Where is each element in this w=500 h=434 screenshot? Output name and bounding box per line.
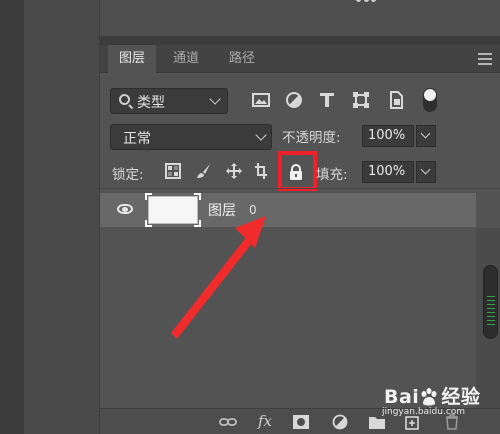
tab-channels[interactable]: 通道 — [160, 45, 212, 73]
adjustment-layer-icon[interactable] — [332, 414, 348, 430]
opacity-label: 不透明度: — [282, 130, 341, 146]
chevron-down-icon — [420, 164, 431, 175]
adjustment-filter-icon[interactable] — [284, 90, 304, 110]
watermark-url: jingyan.baidu.com — [382, 407, 466, 417]
layer-number: 0 — [249, 203, 257, 217]
layer-style-icon[interactable]: fx — [258, 412, 272, 430]
tab-paths[interactable]: 路径 — [216, 45, 268, 73]
type-filter-icon[interactable] — [317, 90, 337, 110]
baidu-paw-icon — [421, 387, 437, 405]
filter-toggle-icon[interactable] — [421, 87, 439, 113]
lock-position-icon[interactable] — [225, 162, 243, 180]
fill-label: 填充: — [316, 167, 348, 183]
layer-thumbnail[interactable] — [145, 193, 201, 227]
filter-kind-select[interactable]: 类型 — [110, 88, 228, 114]
row-divider — [100, 188, 500, 189]
lock-transparent-pixels-icon[interactable] — [164, 162, 182, 180]
left-dock-panel — [24, 0, 100, 434]
search-icon — [119, 94, 130, 105]
watermark-brand-left: Bai — [384, 386, 420, 408]
blend-mode-value: 正常 — [123, 131, 151, 147]
lock-image-pixels-icon[interactable] — [195, 162, 213, 180]
lock-artboard-icon[interactable] — [254, 162, 268, 180]
blend-mode-select[interactable]: 正常 — [110, 124, 272, 150]
layer-name[interactable]: 图层 — [208, 200, 236, 220]
watermark-brand-right: 经验 — [441, 386, 481, 408]
fill-input[interactable]: 100% — [362, 161, 414, 183]
opacity-input[interactable]: 100% — [362, 125, 414, 147]
baidu-jingyan-watermark: Bai 经验 jingyan.baidu.com — [378, 382, 498, 422]
shape-filter-icon[interactable] — [351, 90, 371, 110]
panel-dots-icon — [356, 0, 376, 3]
watermark-brand: Bai 经验 — [384, 382, 480, 409]
chevron-down-icon — [255, 129, 267, 141]
opacity-slider-button[interactable] — [416, 125, 436, 147]
eye-visibility-icon[interactable] — [117, 204, 133, 214]
upper-panel — [100, 0, 500, 37]
chevron-down-icon — [420, 128, 431, 139]
link-layers-icon[interactable] — [219, 414, 237, 430]
panel-separator — [100, 37, 500, 45]
fill-slider-button[interactable] — [416, 161, 436, 183]
lock-label: 锁定: — [112, 167, 144, 183]
chevron-down-icon — [209, 93, 221, 105]
image-filter-icon[interactable] — [251, 90, 271, 110]
smart-object-filter-icon[interactable] — [386, 90, 406, 110]
panel-menu-icon[interactable] — [478, 53, 492, 65]
tab-layers[interactable]: 图层 — [108, 45, 156, 73]
panel-tab-bar: 图层 通道 路径 — [100, 45, 500, 73]
filter-kind-label: 类型 — [137, 95, 165, 111]
lock-all-highlight-box — [278, 151, 317, 191]
canvas-edge-strip — [0, 0, 24, 434]
layers-scroll-thumb[interactable] — [483, 265, 498, 339]
add-mask-icon[interactable] — [292, 414, 310, 430]
